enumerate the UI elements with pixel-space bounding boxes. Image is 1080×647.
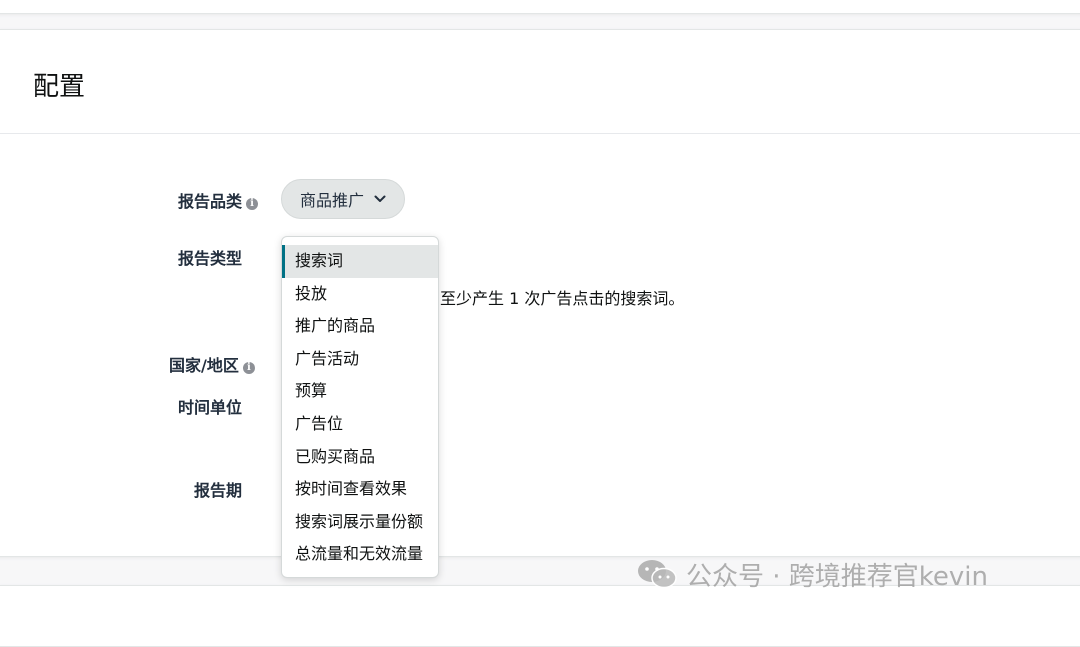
menu-item-search-term[interactable]: 搜索词	[282, 245, 438, 278]
watermark: 公众号 · 跨境推荐官kevin	[636, 556, 988, 592]
time-unit-label: 时间单位	[178, 398, 243, 417]
menu-item-placement[interactable]: 广告位	[282, 408, 438, 441]
report-type-dropdown: 搜索词 投放 推广的商品 广告活动 预算 广告位 已购买商品 按时间查看效果 搜…	[281, 236, 439, 578]
country-label-text: 国家/地区	[169, 356, 239, 375]
country-label: 国家/地区 i	[169, 352, 255, 376]
menu-item-search-term-impression-share[interactable]: 搜索词展示量份额	[282, 506, 438, 539]
info-icon[interactable]: i	[242, 362, 255, 374]
section-divider	[0, 133, 1080, 134]
chevron-down-icon	[374, 195, 386, 202]
next-card	[0, 585, 1080, 647]
menu-item-purchased-product[interactable]: 已购买商品	[282, 441, 438, 474]
menu-item-targeting[interactable]: 投放	[282, 278, 438, 311]
report-period-label: 报告期	[194, 481, 243, 500]
report-type-label: 报告类型	[178, 249, 243, 268]
wechat-icon	[638, 560, 677, 589]
info-icon[interactable]: i	[246, 198, 259, 210]
menu-item-budget[interactable]: 预算	[282, 375, 438, 408]
menu-item-gross-invalid-traffic[interactable]: 总流量和无效流量	[282, 538, 438, 571]
report-category-value: 商品推广	[299, 191, 364, 210]
watermark-text: 公众号 · 跨境推荐官kevin	[686, 561, 989, 592]
report-category-select[interactable]: 商品推广	[281, 179, 405, 219]
section-title: 配置	[33, 72, 86, 102]
report-category-label-text: 报告品类	[178, 192, 243, 211]
menu-item-performance-over-time[interactable]: 按时间查看效果	[282, 473, 438, 506]
previous-card	[0, 0, 1080, 14]
report-category-label: 报告品类 i	[178, 188, 259, 212]
menu-item-campaign[interactable]: 广告活动	[282, 343, 438, 376]
report-type-description: 的至少产生 1 次广告点击的搜索词。	[424, 289, 685, 308]
menu-item-advertised-product[interactable]: 推广的商品	[282, 310, 438, 343]
